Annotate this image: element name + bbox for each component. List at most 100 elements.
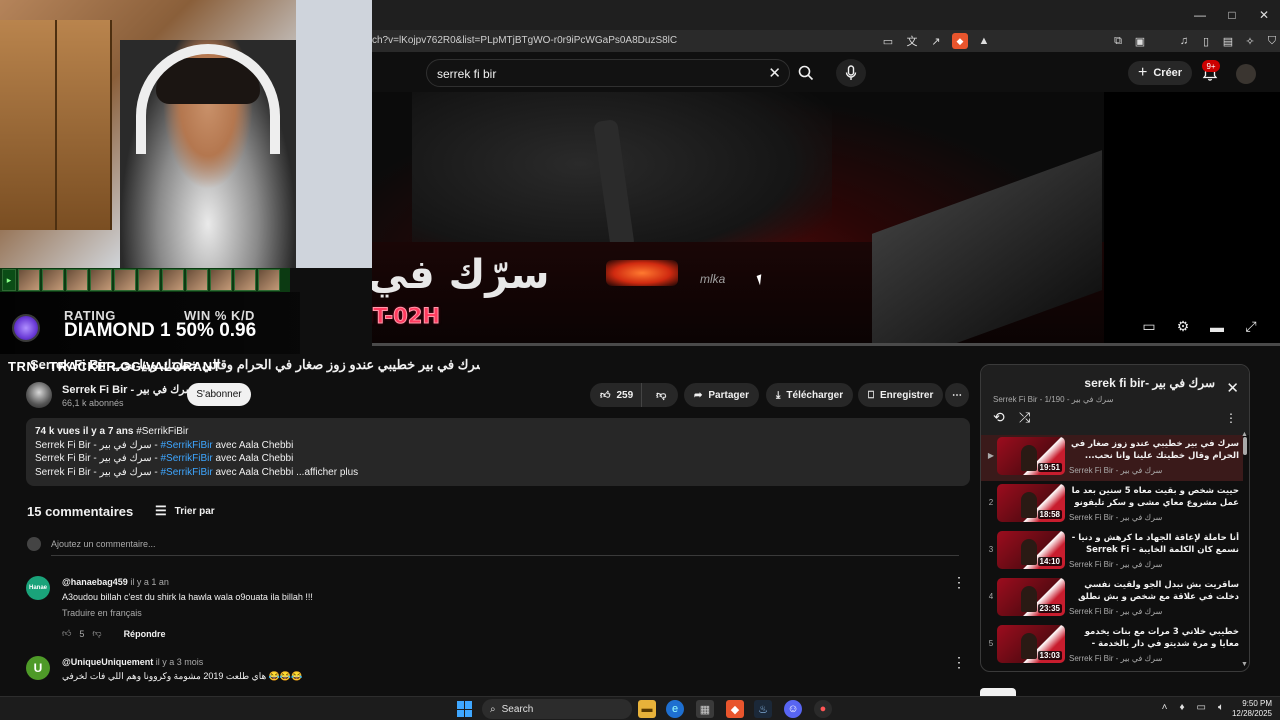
comment-more-icon[interactable]: ⋮ bbox=[952, 654, 966, 671]
video-thumbnail[interactable]: 19:51 bbox=[997, 437, 1065, 475]
subscribe-button[interactable]: S'abonner bbox=[187, 383, 251, 406]
close-icon[interactable]: ✕ bbox=[1226, 379, 1239, 397]
comment-author-handle[interactable]: @UniqueUniquement bbox=[62, 657, 153, 667]
playlist-item[interactable]: 2 18:58 حييت شخص و بقيت معاه 5 سنين بعد … bbox=[981, 482, 1243, 528]
minimize-button[interactable]: — bbox=[1184, 0, 1216, 30]
add-comment-input[interactable]: Ajoutez un commentaire... bbox=[51, 539, 156, 549]
comment-time: il y a 3 mois bbox=[155, 657, 204, 667]
install-icon[interactable]: ▭ bbox=[880, 33, 896, 49]
playlist-video-title[interactable]: ساقريت بش نبدل الجو ولقيت نفسي دخلت في ع… bbox=[1069, 579, 1239, 603]
extensions-icon[interactable]: ⧉ bbox=[1110, 33, 1126, 49]
channel-name[interactable]: Serrek Fi Bir - سرك في بير bbox=[62, 383, 195, 396]
share-icon[interactable]: ↗ bbox=[928, 33, 944, 49]
comment-dislike-icon[interactable]: 👎︎ bbox=[92, 628, 101, 639]
agent-portrait bbox=[66, 269, 88, 291]
vpn-icon[interactable]: ⛉ bbox=[1264, 33, 1280, 49]
leo-icon[interactable]: ✧ bbox=[1242, 33, 1258, 49]
playlist-video-title[interactable]: سرك في بير خطيبي عندو زوز صغار في الحرام… bbox=[1069, 438, 1239, 462]
volume-icon[interactable]: 🔈︎ bbox=[1218, 702, 1224, 713]
sort-comments-button[interactable]: ☰ Trier par bbox=[155, 503, 215, 519]
playlist-item[interactable]: 3 14:10 أنا حاملة لإعاقة الجهاد ما كرهش … bbox=[981, 529, 1243, 575]
file-explorer-icon[interactable]: ▬ bbox=[638, 700, 656, 718]
search-query[interactable]: serrek fi bir bbox=[437, 67, 496, 81]
playlist-video-title[interactable]: خطيبي خلاني 3 مرات مع بنات يخدمو معايا و… bbox=[1069, 626, 1239, 650]
windows-start-icon[interactable] bbox=[457, 701, 473, 717]
save-button[interactable]: ⎕ Enregistrer bbox=[858, 383, 944, 407]
dislike-button[interactable]: 👎︎ bbox=[648, 383, 674, 407]
clear-search-icon[interactable]: ✕ bbox=[768, 64, 781, 82]
theater-mode-icon[interactable]: ▬ bbox=[1208, 319, 1226, 335]
hashtag-link[interactable]: #SerrikFiBir bbox=[160, 453, 212, 464]
brave-shields-icon[interactable]: ◆ bbox=[952, 33, 968, 49]
fullscreen-icon[interactable]: ⤢ bbox=[1242, 318, 1260, 335]
video-thumbnail[interactable]: 13:03 bbox=[997, 625, 1065, 663]
discord-icon[interactable]: ☺ bbox=[784, 700, 802, 718]
tray-app-icon[interactable]: ♦ bbox=[1179, 702, 1184, 713]
video-frame[interactable]: mlka bbox=[372, 92, 1104, 346]
tab-icon[interactable]: ▣ bbox=[1132, 33, 1148, 49]
more-actions-button[interactable]: ⋯ bbox=[945, 383, 969, 407]
playlist-subtitle: Serrek Fi Bir - سرك في بير - 1/190 bbox=[993, 395, 1114, 404]
close-window-button[interactable]: ✕ bbox=[1248, 0, 1280, 30]
create-button[interactable]: + Créer bbox=[1128, 61, 1193, 85]
video-thumbnail[interactable]: 18:58 bbox=[997, 484, 1065, 522]
playlist-menu-icon[interactable]: ⋮ bbox=[1225, 411, 1237, 425]
channel-avatar[interactable] bbox=[26, 382, 52, 408]
hashtag-link[interactable]: #SerrikFiBir bbox=[160, 467, 212, 478]
playlist-title[interactable]: serek fi bir- سرك في بير bbox=[1084, 376, 1215, 390]
translate-icon[interactable]: 文 bbox=[904, 33, 920, 49]
network-icon[interactable]: ▭ bbox=[1197, 702, 1206, 713]
clock[interactable]: 9:50 PM 12/28/2025 bbox=[1232, 699, 1272, 719]
music-icon[interactable]: ♫ bbox=[1176, 33, 1192, 49]
search-input[interactable]: serrek fi bir ✕ bbox=[426, 59, 790, 87]
comment-like-icon[interactable]: 👍︎ bbox=[62, 628, 71, 639]
tray-chevron-icon[interactable]: ˄ bbox=[1162, 702, 1168, 713]
store-icon[interactable]: ▦ bbox=[696, 700, 714, 718]
wallet-icon[interactable]: ▤ bbox=[1220, 33, 1236, 49]
translate-link[interactable]: Traduire en français bbox=[62, 608, 142, 618]
share-button[interactable]: ➦ Partager bbox=[684, 383, 759, 407]
search-button[interactable] bbox=[790, 59, 822, 87]
page-scroll-thumb[interactable] bbox=[980, 688, 1016, 696]
commenter-avatar[interactable]: U bbox=[26, 656, 50, 680]
description-box[interactable]: 74 k vues il y a 7 ans #SerrikFiBir Serr… bbox=[26, 418, 970, 486]
video-thumbnail[interactable]: 14:10 bbox=[997, 531, 1065, 569]
comment-more-icon[interactable]: ⋮ bbox=[952, 574, 966, 591]
scroll-down-icon[interactable]: ▼ bbox=[1241, 661, 1248, 668]
like-button[interactable]: 👍︎ 259 bbox=[590, 383, 643, 407]
comment-author-handle[interactable]: @hanaebag459 bbox=[62, 577, 128, 587]
settings-gear-icon[interactable]: ⚙ bbox=[1174, 318, 1192, 335]
comment-author[interactable]: @UniqueUniquement il y a 3 mois bbox=[62, 657, 203, 667]
playlist-item[interactable]: 4 23:35 ساقريت بش نبدل الجو ولقيت نفسي د… bbox=[981, 576, 1243, 622]
brave-rewards-icon[interactable]: ▲ bbox=[976, 33, 992, 49]
comment-author[interactable]: @hanaebag459 il y a 1 an bbox=[62, 577, 169, 587]
playlist-video-title[interactable]: حييت شخص و بقيت معاه 5 سنين بعد ما عمل م… bbox=[1069, 485, 1239, 509]
obs-icon[interactable]: ● bbox=[814, 700, 832, 718]
meta-hashtag[interactable]: #SerrikFiBir bbox=[136, 426, 188, 437]
reply-button[interactable]: Répondre bbox=[124, 629, 166, 639]
url-text[interactable]: ch?v=lKojpv762R0&list=PLpMTjBTgWO-r0r9iP… bbox=[372, 35, 677, 46]
sidebar-icon[interactable]: ▯ bbox=[1198, 33, 1214, 49]
taskbar-search[interactable]: ⌕ Search bbox=[482, 699, 632, 719]
upload-age: il y a 7 ans bbox=[82, 426, 134, 437]
video-progress-bar[interactable] bbox=[372, 343, 1280, 346]
playlist-video-title[interactable]: أنا حاملة لإعاقة الجهاد ما كرهش و دنيا -… bbox=[1069, 532, 1239, 556]
edge-icon[interactable]: e bbox=[666, 700, 684, 718]
playlist-item[interactable]: ▶ 19:51 سرك في بير خطيبي عندو زوز صغار ف… bbox=[981, 435, 1243, 481]
hashtag-link[interactable]: #SerrikFiBir bbox=[160, 440, 212, 451]
brave-icon[interactable]: ◆ bbox=[726, 700, 744, 718]
video-player[interactable]: mlka سرّك في MINUIT-02H ▭ ⚙ ▬ ⤢ bbox=[372, 92, 1280, 346]
steam-icon[interactable]: ♨ bbox=[754, 700, 772, 718]
playlist-scrollbar[interactable] bbox=[1243, 437, 1247, 455]
download-button[interactable]: ⤓ Télécharger bbox=[766, 383, 854, 407]
subtitles-icon[interactable]: ▭ bbox=[1140, 318, 1158, 335]
video-thumbnail[interactable]: 23:35 bbox=[997, 578, 1065, 616]
account-avatar[interactable] bbox=[1236, 64, 1256, 84]
playlist-item[interactable]: 5 13:03 خطيبي خلاني 3 مرات مع بنات يخدمو… bbox=[981, 623, 1243, 669]
commenter-avatar[interactable]: Hanae bbox=[26, 576, 50, 600]
loop-icon[interactable]: ⟲ bbox=[993, 409, 1005, 426]
maximize-button[interactable]: □ bbox=[1216, 0, 1248, 30]
shuffle-icon[interactable]: ⤮ bbox=[1019, 409, 1030, 426]
voice-search-button[interactable] bbox=[836, 59, 866, 87]
show-more-link[interactable]: avec Aala Chebbi ...afficher plus bbox=[213, 467, 358, 478]
